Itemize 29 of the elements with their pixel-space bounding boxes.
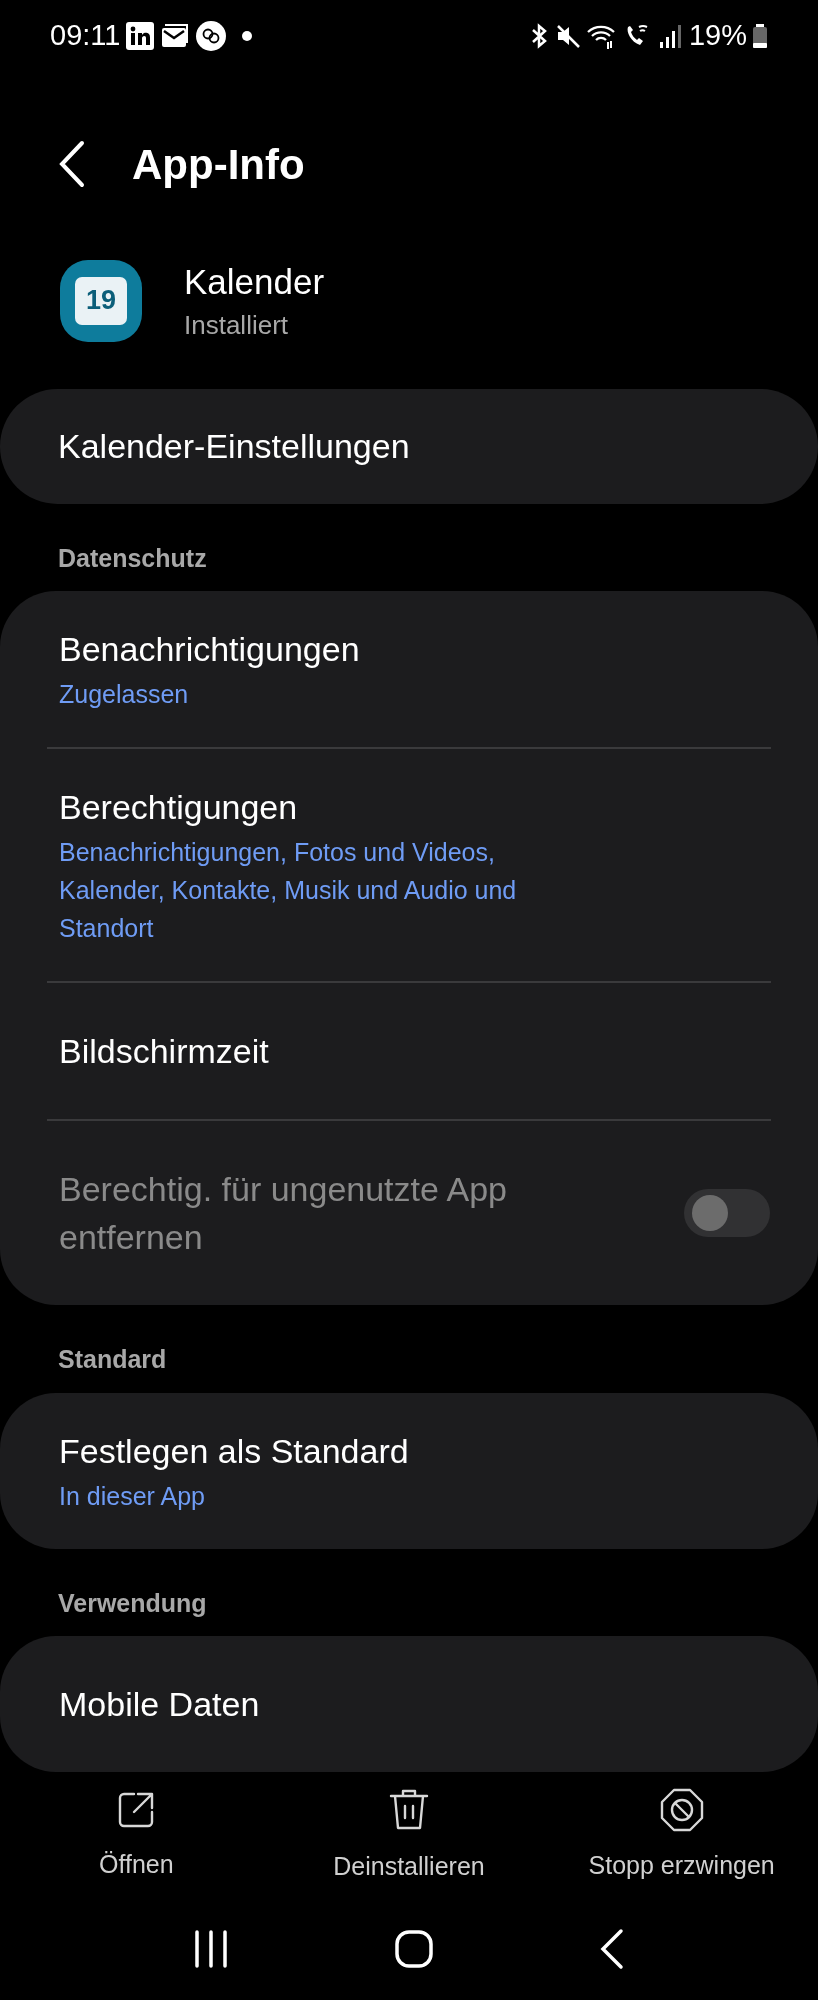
settings-link[interactable]: Kalender-Einstellungen — [0, 389, 818, 504]
setting-title[interactable]: Mobile Daten — [59, 1680, 260, 1729]
linkedin-icon — [126, 22, 155, 51]
section-header: Verwendung — [57, 1587, 208, 1619]
clock: 09:11 — [50, 18, 121, 54]
app-icon — [196, 21, 227, 52]
section-header: Datenschutz — [57, 542, 208, 574]
setting-title[interactable]: Festlegen als Standard — [59, 1426, 409, 1475]
setting-summary: Zugelassen — [59, 679, 190, 711]
install-status: Installiert — [184, 308, 290, 342]
dot-icon — [242, 31, 253, 42]
battery-icon — [752, 23, 768, 50]
setting-title[interactable]: Bildschirmzeit — [59, 1027, 269, 1076]
setting-title[interactable]: Berechtigungen — [59, 783, 599, 832]
app-name: Kalender — [184, 260, 325, 303]
action-button[interactable]: Deinstallieren — [272, 1785, 546, 1886]
setting-title[interactable]: Benachrichtigungen — [59, 625, 360, 674]
calendar-date: 19 — [85, 287, 116, 315]
setting-summary: In dieser App — [59, 1480, 206, 1512]
home-icon[interactable] — [394, 1929, 434, 1970]
page-title: App-Info — [132, 139, 305, 190]
section-header: Standard — [57, 1344, 168, 1376]
stop-icon — [658, 1786, 705, 1833]
action-button[interactable]: Öffnen — [0, 1787, 273, 1884]
signal-icon — [657, 22, 684, 51]
mute-icon — [554, 23, 581, 50]
action-button[interactable]: Stopp erzwingen — [545, 1786, 818, 1885]
setting-summary: Benachrichtigungen, Fotos und Videos, Kalender, Kontakte, Musik und Audio und Standort — [59, 837, 518, 945]
battery-level: 19% — [688, 18, 747, 54]
